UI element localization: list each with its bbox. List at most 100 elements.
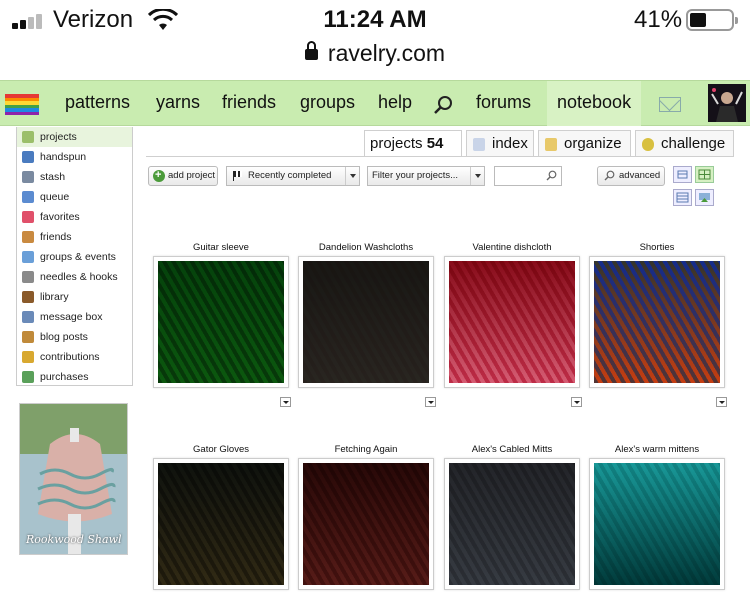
tab-challenge-label: challenge	[661, 135, 726, 152]
project-photo-frame[interactable]	[153, 256, 289, 388]
main-nav: patterns yarns friends groups help forum…	[0, 80, 750, 126]
project-photo[interactable]	[449, 463, 575, 585]
sidebar-item-label: stash	[40, 171, 66, 183]
user-avatar[interactable]	[708, 84, 746, 122]
project-card[interactable]: Alex's warm mittens	[589, 444, 725, 590]
project-photo-frame[interactable]	[153, 458, 289, 590]
stash-icon	[22, 171, 34, 183]
purchases-icon	[22, 371, 34, 383]
add-icon	[153, 166, 165, 184]
sidebar-item[interactable]: message box	[17, 307, 132, 327]
chevron-down-icon	[345, 167, 359, 185]
handspun-icon	[22, 151, 34, 163]
nav-notebook[interactable]: notebook	[547, 81, 642, 126]
mail-icon[interactable]	[659, 97, 681, 112]
project-title[interactable]: Fetching Again	[298, 444, 434, 458]
project-menu-dropdown[interactable]	[425, 397, 436, 407]
project-photo-frame[interactable]	[589, 458, 725, 590]
sidebar-item[interactable]: groups & events	[17, 247, 132, 267]
nav-friends[interactable]: friends	[222, 92, 276, 113]
project-photo-frame[interactable]	[298, 256, 434, 388]
project-photo-frame[interactable]	[444, 256, 580, 388]
sidebar-item-label: needles & hooks	[40, 271, 118, 283]
rookwood-shawl-promo[interactable]: Rookwood Shawl	[19, 403, 128, 555]
view-grid-icon[interactable]	[695, 166, 714, 183]
search-icon[interactable]	[432, 94, 454, 116]
sidebar-item[interactable]: needles & hooks	[17, 267, 132, 287]
project-title[interactable]: Dandelion Washcloths	[298, 242, 434, 256]
project-title[interactable]: Gator Gloves	[153, 444, 289, 458]
nav-patterns[interactable]: patterns	[65, 92, 130, 113]
project-title[interactable]: Valentine dishcloth	[444, 242, 580, 256]
project-title[interactable]: Guitar sleeve	[153, 242, 289, 256]
project-photo[interactable]	[594, 463, 720, 585]
chevron-down-icon	[470, 167, 484, 185]
project-photo-frame[interactable]	[444, 458, 580, 590]
project-card[interactable]: Valentine dishcloth	[444, 242, 582, 407]
advanced-search-button[interactable]: advanced	[597, 166, 665, 186]
sidebar-item[interactable]: handspun	[17, 147, 132, 167]
project-card[interactable]: Gator Gloves	[153, 444, 289, 590]
project-photo[interactable]	[158, 463, 284, 585]
tab-projects[interactable]: projects 54	[364, 130, 462, 157]
sidebar-item[interactable]: purchases	[17, 367, 132, 387]
project-card[interactable]: Alex's Cabled Mitts	[444, 444, 580, 590]
project-photo[interactable]	[303, 261, 429, 383]
sort-select[interactable]: Recently completed	[226, 166, 360, 186]
filter-select[interactable]: Filter your projects...	[367, 166, 485, 186]
view-gallery-icon[interactable]	[695, 189, 714, 206]
search-icon	[546, 170, 557, 181]
project-photo[interactable]	[158, 261, 284, 383]
rainbow-flag-logo[interactable]	[5, 94, 39, 115]
checkered-flag-icon	[233, 171, 243, 181]
url-text: ravelry.com	[327, 40, 446, 66]
project-card[interactable]: Dandelion Washcloths	[298, 242, 436, 407]
sidebar-item-label: purchases	[40, 371, 89, 383]
view-list-icon[interactable]	[673, 166, 692, 183]
project-photo[interactable]	[449, 261, 575, 383]
sidebar-item[interactable]: contributions	[17, 347, 132, 367]
project-photo-frame[interactable]	[589, 256, 725, 388]
sidebar-item[interactable]: library	[17, 287, 132, 307]
tab-index-label: index	[492, 135, 528, 152]
project-photo[interactable]	[303, 463, 429, 585]
sidebar-item[interactable]: favorites	[17, 207, 132, 227]
project-search-input[interactable]	[494, 166, 562, 186]
message-icon	[22, 311, 34, 323]
tab-projects-label: projects	[370, 135, 423, 152]
tab-index[interactable]: index	[466, 130, 534, 157]
nav-groups[interactable]: groups	[300, 92, 355, 113]
project-title[interactable]: Shorties	[589, 242, 725, 256]
project-menu-dropdown[interactable]	[716, 397, 727, 407]
filter-label: Filter your projects...	[372, 170, 459, 181]
challenge-icon	[642, 138, 654, 151]
sidebar-item[interactable]: projects	[17, 127, 132, 147]
sidebar-item-label: handspun	[40, 151, 87, 163]
nav-help[interactable]: help	[378, 92, 412, 113]
sidebar-item[interactable]: stash	[17, 167, 132, 187]
tab-organize[interactable]: organize	[538, 130, 631, 157]
view-table-icon[interactable]	[673, 189, 692, 206]
pencil-icon	[22, 351, 34, 363]
add-project-button[interactable]: add project	[148, 166, 218, 186]
lock-icon	[304, 41, 318, 60]
project-card[interactable]: Guitar sleeve	[153, 242, 291, 407]
project-photo-frame[interactable]	[298, 458, 434, 590]
address-bar[interactable]: ravelry.com	[0, 40, 750, 67]
nav-forums[interactable]: forums	[476, 92, 531, 113]
sidebar-item[interactable]: blog posts	[17, 327, 132, 347]
sidebar-item-label: groups & events	[40, 251, 116, 263]
project-card[interactable]: Fetching Again	[298, 444, 434, 590]
project-title[interactable]: Alex's warm mittens	[589, 444, 725, 458]
organize-icon	[545, 138, 557, 151]
sidebar-item[interactable]: queue	[17, 187, 132, 207]
sidebar-item[interactable]: friends	[17, 227, 132, 247]
nav-yarns[interactable]: yarns	[156, 92, 200, 113]
project-photo[interactable]	[594, 261, 720, 383]
project-menu-dropdown[interactable]	[571, 397, 582, 407]
project-menu-dropdown[interactable]	[280, 397, 291, 407]
tab-challenge[interactable]: challenge	[635, 130, 734, 157]
promo-label: Rookwood Shawl	[26, 533, 122, 546]
project-title[interactable]: Alex's Cabled Mitts	[444, 444, 580, 458]
project-card[interactable]: Shorties	[589, 242, 727, 407]
